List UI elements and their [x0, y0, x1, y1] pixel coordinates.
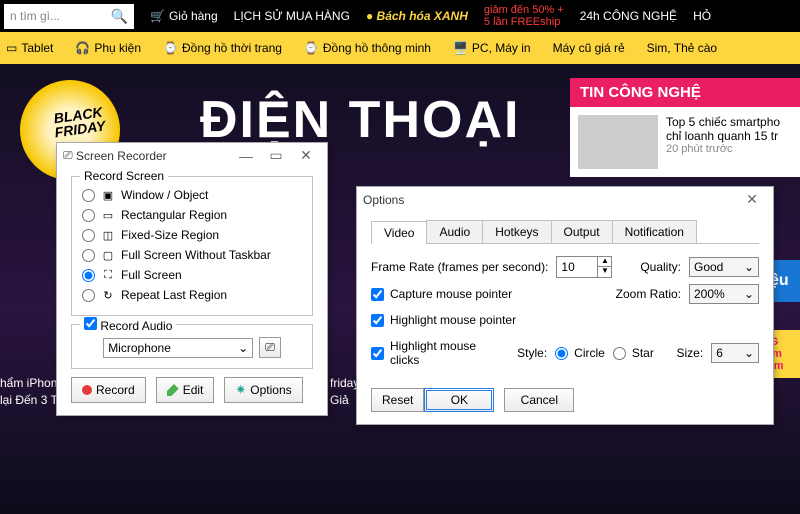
- mid-caption: fridayGiả: [330, 375, 359, 409]
- record-screen-group: Record Screen ▣Window / Object ▭Rectangu…: [71, 176, 313, 316]
- close-button[interactable]: ✕: [291, 147, 321, 164]
- recorder-app-icon: ⎚: [63, 148, 73, 163]
- cat-sim[interactable]: Sim, Thẻ cào: [647, 41, 717, 55]
- options-title: Options: [363, 193, 404, 207]
- options-tabs: Video Audio Hotkeys Output Notification: [371, 220, 759, 244]
- quality-select[interactable]: Good⌄: [689, 257, 759, 277]
- news-title: Top 5 chiếc smartpho chỉ loanh quanh 15 …: [666, 115, 792, 143]
- history-link[interactable]: LỊCH SỬ MUA HÀNG: [234, 9, 350, 23]
- quality-label: Quality:: [640, 260, 681, 274]
- news-time: 20 phút trước: [666, 143, 792, 155]
- recorder-titlebar[interactable]: ⎚ Screen Recorder — ▭ ✕: [57, 143, 327, 168]
- chevron-down-icon: ⌄: [744, 287, 754, 301]
- recorder-title: Screen Recorder: [76, 149, 167, 163]
- recorder-button-row: Record Edit ✷Options: [71, 377, 313, 403]
- ask-link[interactable]: HỎ: [693, 9, 711, 23]
- top-nav: n tìm gì... 🔍 🛒 Giỏ hàng LỊCH SỬ MUA HÀN…: [0, 0, 800, 32]
- reset-button[interactable]: Reset: [371, 388, 424, 412]
- options-button[interactable]: ✷Options: [224, 377, 302, 403]
- cat-watch-fashion[interactable]: ⌚ Đồng hồ thời trang: [163, 41, 282, 55]
- search-input[interactable]: n tìm gì... 🔍: [4, 4, 134, 29]
- chevron-down-icon: ⌄: [744, 346, 754, 360]
- chevron-down-icon: ⌄: [744, 260, 754, 274]
- promo-text: giảm đến 50% + 5 lần FREEship: [484, 4, 564, 28]
- tab-output[interactable]: Output: [551, 220, 613, 243]
- framerate-label: Frame Rate (frames per second):: [371, 260, 548, 274]
- edit-button[interactable]: Edit: [156, 377, 215, 403]
- news24-link[interactable]: 24h CÔNG NGHỆ: [580, 9, 677, 23]
- search-icon: 🔍: [111, 8, 128, 25]
- spin-down-icon[interactable]: ▼: [597, 267, 611, 277]
- style-circle-radio[interactable]: Circle: [555, 343, 605, 363]
- edit-icon: [167, 384, 179, 396]
- window-icon: ▣: [101, 188, 115, 202]
- chevron-down-icon: ⌄: [238, 341, 248, 355]
- opt-fixed-size[interactable]: ◫Fixed-Size Region: [82, 225, 302, 245]
- cart-link[interactable]: 🛒 Giỏ hàng: [150, 9, 218, 23]
- repeat-icon: ↻: [101, 288, 115, 302]
- tab-video[interactable]: Video: [371, 221, 427, 244]
- cat-accessory[interactable]: 🎧 Phụ kiện: [75, 41, 141, 55]
- options-close-button[interactable]: ✕: [737, 191, 767, 208]
- opt-rectangular[interactable]: ▭Rectangular Region: [82, 205, 302, 225]
- opt-full-no-taskbar[interactable]: ▢Full Screen Without Taskbar: [82, 245, 302, 265]
- cat-watch-smart[interactable]: ⌚ Đồng hồ thông minh: [304, 41, 431, 55]
- ok-button[interactable]: OK: [424, 388, 494, 412]
- search-placeholder: n tìm gì...: [10, 9, 60, 23]
- audio-source-select[interactable]: Microphone⌄: [103, 338, 253, 358]
- fixed-icon: ◫: [101, 228, 115, 242]
- tab-hotkeys[interactable]: Hotkeys: [482, 220, 551, 243]
- opt-repeat[interactable]: ↻Repeat Last Region: [82, 285, 302, 305]
- record-audio-legend[interactable]: Record Audio: [80, 317, 176, 333]
- gear-icon: ✷: [235, 382, 246, 398]
- rect-icon: ▭: [101, 208, 115, 222]
- left-caption: hẩm iPhonlại Đến 3 Tr: [0, 375, 61, 409]
- news-thumbnail: [578, 115, 658, 169]
- cat-pc[interactable]: 🖥️ PC, Máy in: [453, 41, 531, 55]
- style-star-radio[interactable]: Star: [613, 343, 654, 363]
- size-label: Size:: [677, 346, 704, 360]
- screen-recorder-window: ⎚ Screen Recorder — ▭ ✕ Record Screen ▣W…: [56, 142, 328, 416]
- highlight-pointer-checkbox[interactable]: Highlight mouse pointer: [371, 310, 516, 330]
- news-sidebar: TIN CÔNG NGHỆ Top 5 chiếc smartpho chỉ l…: [570, 78, 800, 177]
- promo-banner: BLACK FRIDAY ĐIỆN THOẠI: [40, 90, 520, 150]
- category-nav: ▭ Tablet 🎧 Phụ kiện ⌚ Đồng hồ thời trang…: [0, 32, 800, 64]
- maximize-button[interactable]: ▭: [261, 147, 291, 164]
- record-button[interactable]: Record: [71, 377, 146, 403]
- tab-audio[interactable]: Audio: [426, 220, 483, 243]
- audio-config-button[interactable]: ⎚: [259, 337, 281, 358]
- framerate-input[interactable]: ▲▼: [556, 256, 612, 278]
- highlight-clicks-checkbox[interactable]: Highlight mouse clicks: [371, 336, 501, 370]
- capture-pointer-checkbox[interactable]: Capture mouse pointer: [371, 284, 512, 304]
- tab-notification[interactable]: Notification: [612, 220, 697, 243]
- news-header: TIN CÔNG NGHỆ: [570, 78, 800, 107]
- record-audio-checkbox[interactable]: [84, 317, 97, 330]
- record-audio-group: Record Audio Microphone⌄ ⎚: [71, 324, 313, 369]
- zoom-label: Zoom Ratio:: [616, 287, 681, 301]
- full-icon: ⛶: [101, 268, 115, 282]
- zoom-select[interactable]: 200%⌄: [689, 284, 759, 304]
- minimize-button[interactable]: —: [231, 148, 261, 164]
- size-select[interactable]: 6⌄: [711, 343, 759, 363]
- news-item[interactable]: Top 5 chiếc smartpho chỉ loanh quanh 15 …: [570, 107, 800, 177]
- opt-window[interactable]: ▣Window / Object: [82, 185, 302, 205]
- cat-used[interactable]: Máy cũ giá rẻ: [553, 41, 625, 55]
- cancel-button[interactable]: Cancel: [504, 388, 574, 412]
- fullnt-icon: ▢: [101, 248, 115, 262]
- cat-tablet[interactable]: ▭ Tablet: [6, 41, 53, 55]
- record-screen-legend: Record Screen: [80, 169, 168, 183]
- options-titlebar[interactable]: Options ✕: [357, 187, 773, 212]
- headline: ĐIỆN THOẠI: [200, 90, 520, 150]
- opt-full-screen[interactable]: ⛶Full Screen: [82, 265, 302, 285]
- brand-label: ● Bách hóa XANH: [366, 9, 468, 23]
- options-dialog: Options ✕ Video Audio Hotkeys Output Not…: [356, 186, 774, 425]
- record-icon: [82, 385, 92, 395]
- style-label: Style:: [517, 346, 547, 360]
